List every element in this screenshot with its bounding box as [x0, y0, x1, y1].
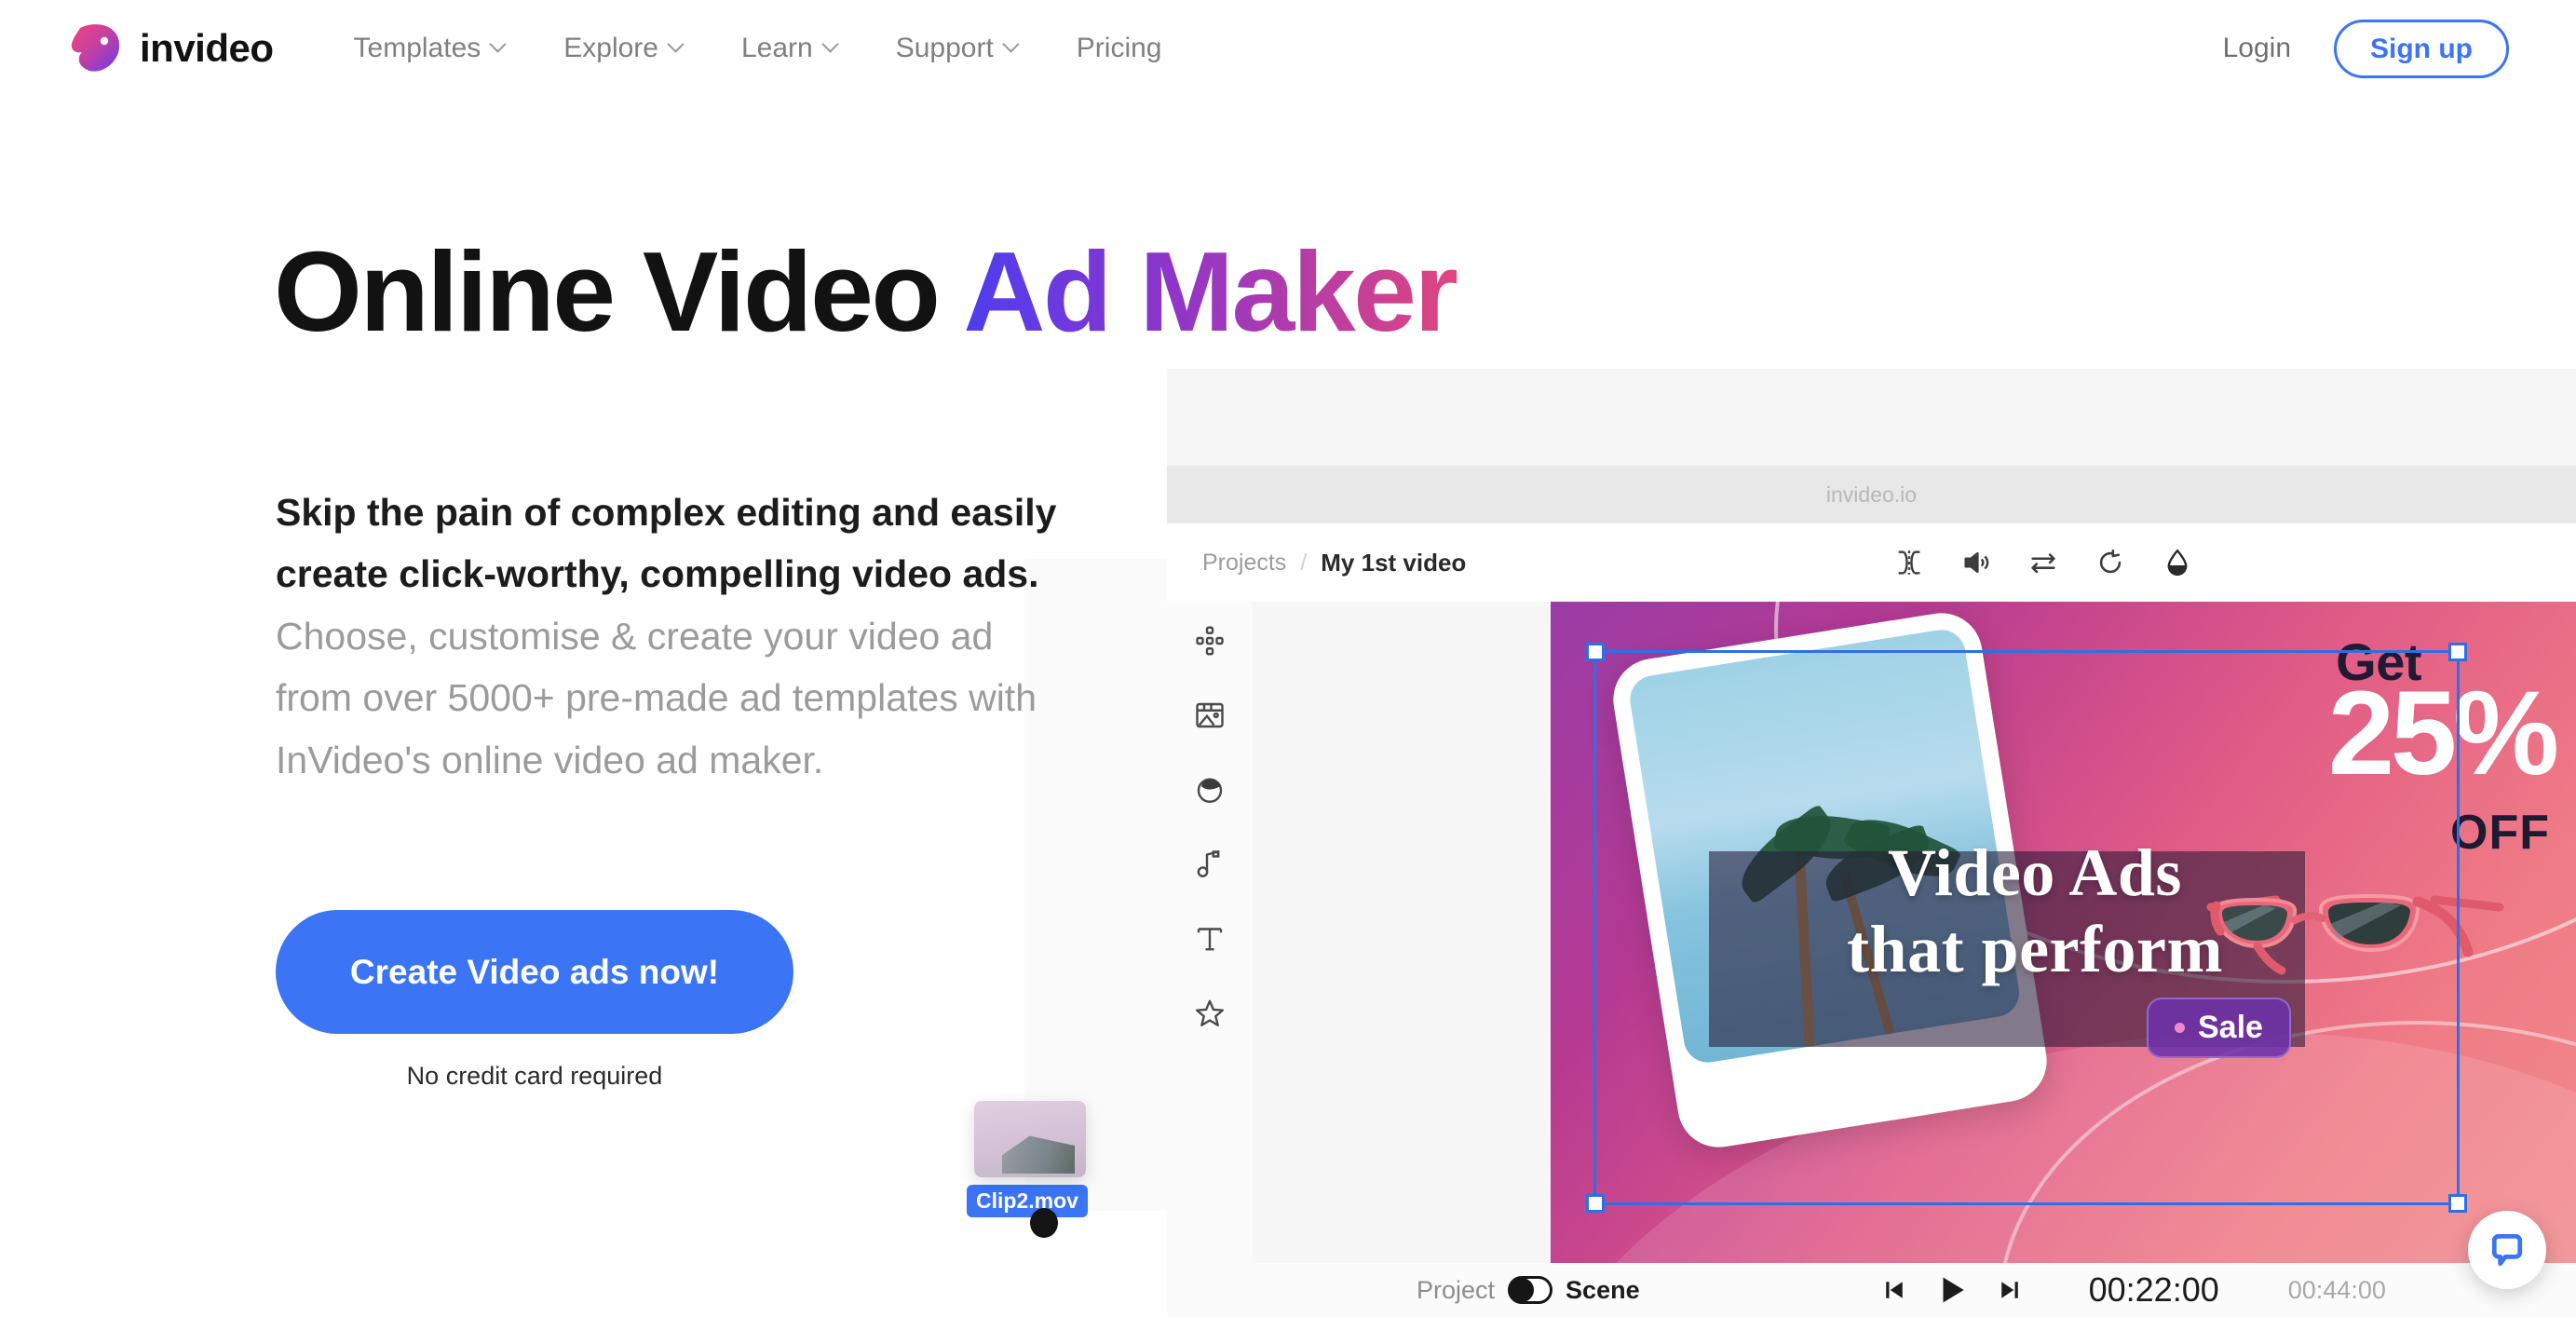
sale-badge-label: Sale: [2198, 1010, 2263, 1045]
page-title-gradient: Ad Maker: [963, 228, 1458, 355]
nav-links: Templates Explore Learn Support Pricing: [354, 33, 1218, 64]
shape-fill-icon[interactable]: [1193, 773, 1227, 807]
chat-bubble-icon: [2491, 1233, 2523, 1267]
rotate-icon[interactable]: [2095, 547, 2126, 578]
clip-filename-label: Clip2.mov: [967, 1185, 1088, 1217]
hero-subtitle-bold: Skip the pain of complex editing and eas…: [276, 491, 1057, 596]
editor-bottom-bar: Project Scene 00:22:00 00:44:00: [1167, 1263, 2576, 1317]
text-tool-icon[interactable]: [1193, 922, 1227, 956]
chat-support-button[interactable]: [2468, 1211, 2546, 1289]
breadcrumb-separator: /: [1300, 549, 1308, 576]
toggle-switch[interactable]: [1508, 1276, 1553, 1304]
cta-note: No credit card required: [406, 1062, 663, 1090]
chevron-down-icon: [669, 37, 685, 54]
play-icon[interactable]: [1934, 1272, 1970, 1308]
editor-mockup: invideo.io Projects / My 1st video Video…: [1167, 369, 2576, 1317]
nav-item-explore[interactable]: Explore: [563, 33, 685, 64]
templates-grid-icon[interactable]: [1193, 624, 1227, 658]
nav-item-support[interactable]: Support: [896, 33, 1021, 64]
signup-button[interactable]: Sign up: [2334, 19, 2509, 78]
cursor-pointer-icon: [1030, 1208, 1058, 1238]
music-note-icon[interactable]: [1193, 848, 1227, 881]
clip-thumbnail[interactable]: [974, 1101, 1086, 1177]
nav-item-learn[interactable]: Learn: [741, 33, 840, 64]
project-scene-toggle[interactable]: Project Scene: [1417, 1276, 1640, 1305]
brand-name: invideo: [140, 26, 274, 70]
editor-top-bar: Projects / My 1st video: [1167, 523, 2576, 602]
media-image-icon[interactable]: [1193, 699, 1227, 732]
editor-toolbar: [1893, 523, 2193, 602]
top-navbar: invideo Templates Explore Learn Support …: [0, 0, 2576, 97]
login-link[interactable]: Login: [2223, 33, 2291, 64]
editor-side-rail: [1167, 602, 1253, 1263]
badge-dot-icon: [2175, 1023, 2185, 1033]
resize-handle-top-right[interactable]: [2448, 643, 2467, 661]
editor-body: Video Ads that perform Sale Get 25% OFF: [1167, 602, 2576, 1263]
resize-handle-top-left[interactable]: [1586, 643, 1605, 661]
current-timecode: 00:22:00: [2088, 1270, 2219, 1309]
resize-handle-bottom-left[interactable]: [1586, 1194, 1605, 1213]
flip-horizontal-icon[interactable]: [2027, 547, 2059, 578]
nav-item-learn-label: Learn: [740, 33, 813, 63]
split-clip-icon[interactable]: [1893, 547, 1925, 578]
sale-badge[interactable]: Sale: [2147, 998, 2291, 1058]
toggle-label-scene[interactable]: Scene: [1566, 1276, 1640, 1305]
clip-thumbnail-image: [1002, 1135, 1075, 1174]
breadcrumb: Projects / My 1st video: [1202, 549, 1466, 577]
nav-item-support-label: Support: [895, 33, 994, 63]
toggle-knob: [1510, 1278, 1535, 1302]
page-title: Online Video Ad Maker: [274, 226, 1458, 357]
promo-percent-label: 25%: [2327, 667, 2559, 800]
brand-logo-link[interactable]: invideo: [67, 20, 274, 76]
nav-item-templates-label: Templates: [353, 33, 481, 63]
contrast-droplet-icon[interactable]: [2162, 547, 2193, 578]
promo-off-label: OFF: [2450, 806, 2550, 860]
video-canvas[interactable]: Video Ads that perform Sale Get 25% OFF: [1551, 602, 2576, 1263]
nav-item-explore-label: Explore: [563, 33, 658, 63]
browser-url-text: invideo.io: [1825, 482, 1918, 507]
toggle-label-project[interactable]: Project: [1417, 1276, 1495, 1305]
browser-address-bar[interactable]: invideo.io: [1167, 466, 2576, 523]
playback-transport: 00:22:00 00:44:00: [1880, 1270, 2386, 1310]
chevron-down-icon: [823, 37, 840, 54]
breadcrumb-projects[interactable]: Projects: [1202, 550, 1286, 577]
chevron-down-icon: [1004, 37, 1021, 54]
nav-actions: Login Sign up: [2223, 0, 2509, 97]
hero-subtitle-muted: Choose, customise & create your video ad…: [276, 614, 1037, 781]
nav-item-pricing-label: Pricing: [1076, 33, 1162, 63]
sunglasses-graphic: [2206, 893, 2504, 975]
skip-previous-icon[interactable]: [1880, 1276, 1908, 1304]
hero-subtitle: Skip the pain of complex editing and eas…: [276, 482, 1058, 791]
browser-chrome-backdrop: [1167, 369, 2576, 479]
nav-item-templates[interactable]: Templates: [354, 33, 508, 64]
nav-item-pricing[interactable]: Pricing: [1077, 33, 1162, 64]
volume-icon[interactable]: [1960, 547, 1992, 578]
skip-next-icon[interactable]: [1996, 1276, 2024, 1304]
breadcrumb-current-project[interactable]: My 1st video: [1321, 549, 1466, 577]
create-video-ads-button[interactable]: Create Video ads now!: [276, 910, 793, 1034]
landing-page: invideo Templates Explore Learn Support …: [0, 0, 2576, 1317]
chevron-down-icon: [491, 37, 508, 54]
effects-star-icon[interactable]: [1193, 997, 1227, 1030]
dragged-clip[interactable]: Clip2.mov: [967, 1101, 1116, 1238]
page-title-plain: Online Video: [274, 228, 964, 355]
invideo-logo-icon: [67, 20, 125, 76]
total-timecode: 00:44:00: [2287, 1275, 2386, 1304]
